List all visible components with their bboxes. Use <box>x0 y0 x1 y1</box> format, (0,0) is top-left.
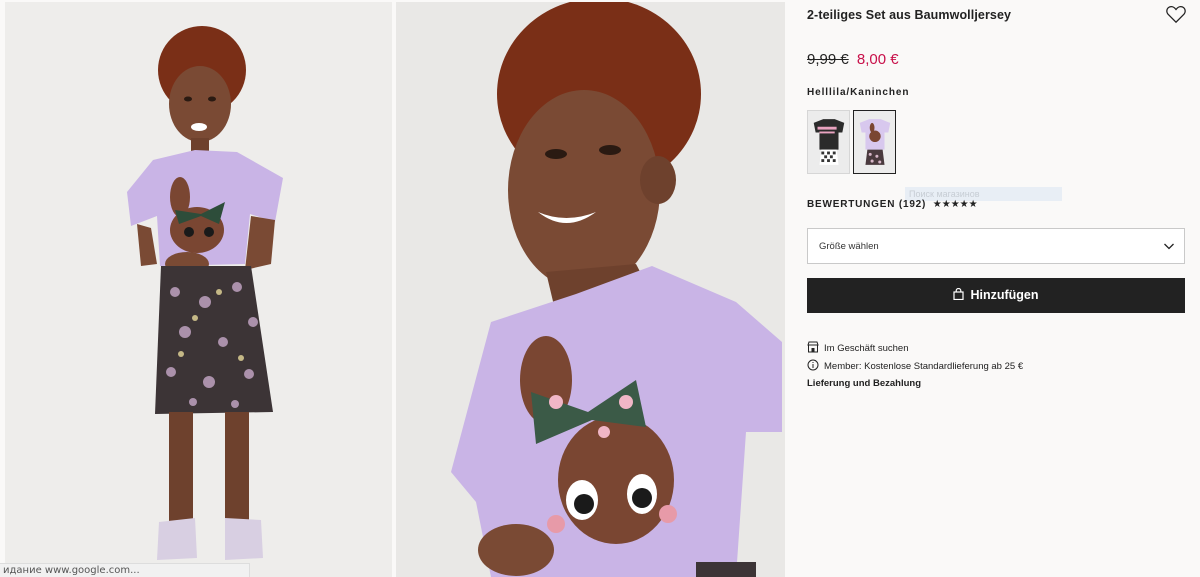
add-to-cart-button[interactable]: Hinzufügen <box>807 278 1185 313</box>
shopping-bag-icon <box>953 288 965 300</box>
browser-status-bar: идание www.google.com... <box>0 563 250 577</box>
size-select[interactable]: Größe wählen <box>807 228 1185 264</box>
product-details-panel: 2-teiliges Set aus Baumwolljersey 9,99 €… <box>807 0 1187 577</box>
price: 9,99 € 8,00 € <box>807 51 899 68</box>
chevron-down-icon <box>1164 243 1174 250</box>
info-circle-icon <box>807 359 819 371</box>
color-swatch-lilac-selected[interactable] <box>853 110 896 174</box>
reviews-link[interactable]: BEWERTUNGEN (192) ★★★★★ <box>807 199 978 210</box>
product-gallery: идание www.google.com... <box>0 0 790 577</box>
member-delivery-info: Member: Kostenlose Standardlieferung ab … <box>807 359 1023 372</box>
child-full-body-image <box>5 2 392 577</box>
add-to-cart-label: Hinzufügen <box>970 288 1039 302</box>
sale-price: 8,00 € <box>856 51 899 68</box>
reviews-label: BEWERTUNGEN (192) <box>807 199 927 210</box>
member-delivery-label: Member: Kostenlose Standardlieferung ab … <box>824 361 1024 372</box>
color-swatch-black[interactable] <box>807 110 850 174</box>
size-select-placeholder: Größe wählen <box>819 241 879 252</box>
product-photo-full[interactable] <box>5 2 392 577</box>
star-rating-icon: ★★★★★ <box>932 199 978 210</box>
heart-outline-icon[interactable] <box>1165 4 1187 24</box>
store-search-link[interactable]: Im Geschäft suchen <box>807 341 908 354</box>
child-closeup-image <box>396 2 785 577</box>
product-title: 2-teiliges Set aus Baumwolljersey <box>807 8 1012 22</box>
product-photo-closeup[interactable] <box>396 2 785 577</box>
store-icon <box>807 341 819 353</box>
store-search-label: Im Geschäft suchen <box>824 343 909 354</box>
delivery-payment-link[interactable]: Lieferung und Bezahlung <box>807 378 921 389</box>
selected-color-name: Helllila/Kaninchen <box>807 87 910 98</box>
original-price: 9,99 € <box>807 51 849 68</box>
